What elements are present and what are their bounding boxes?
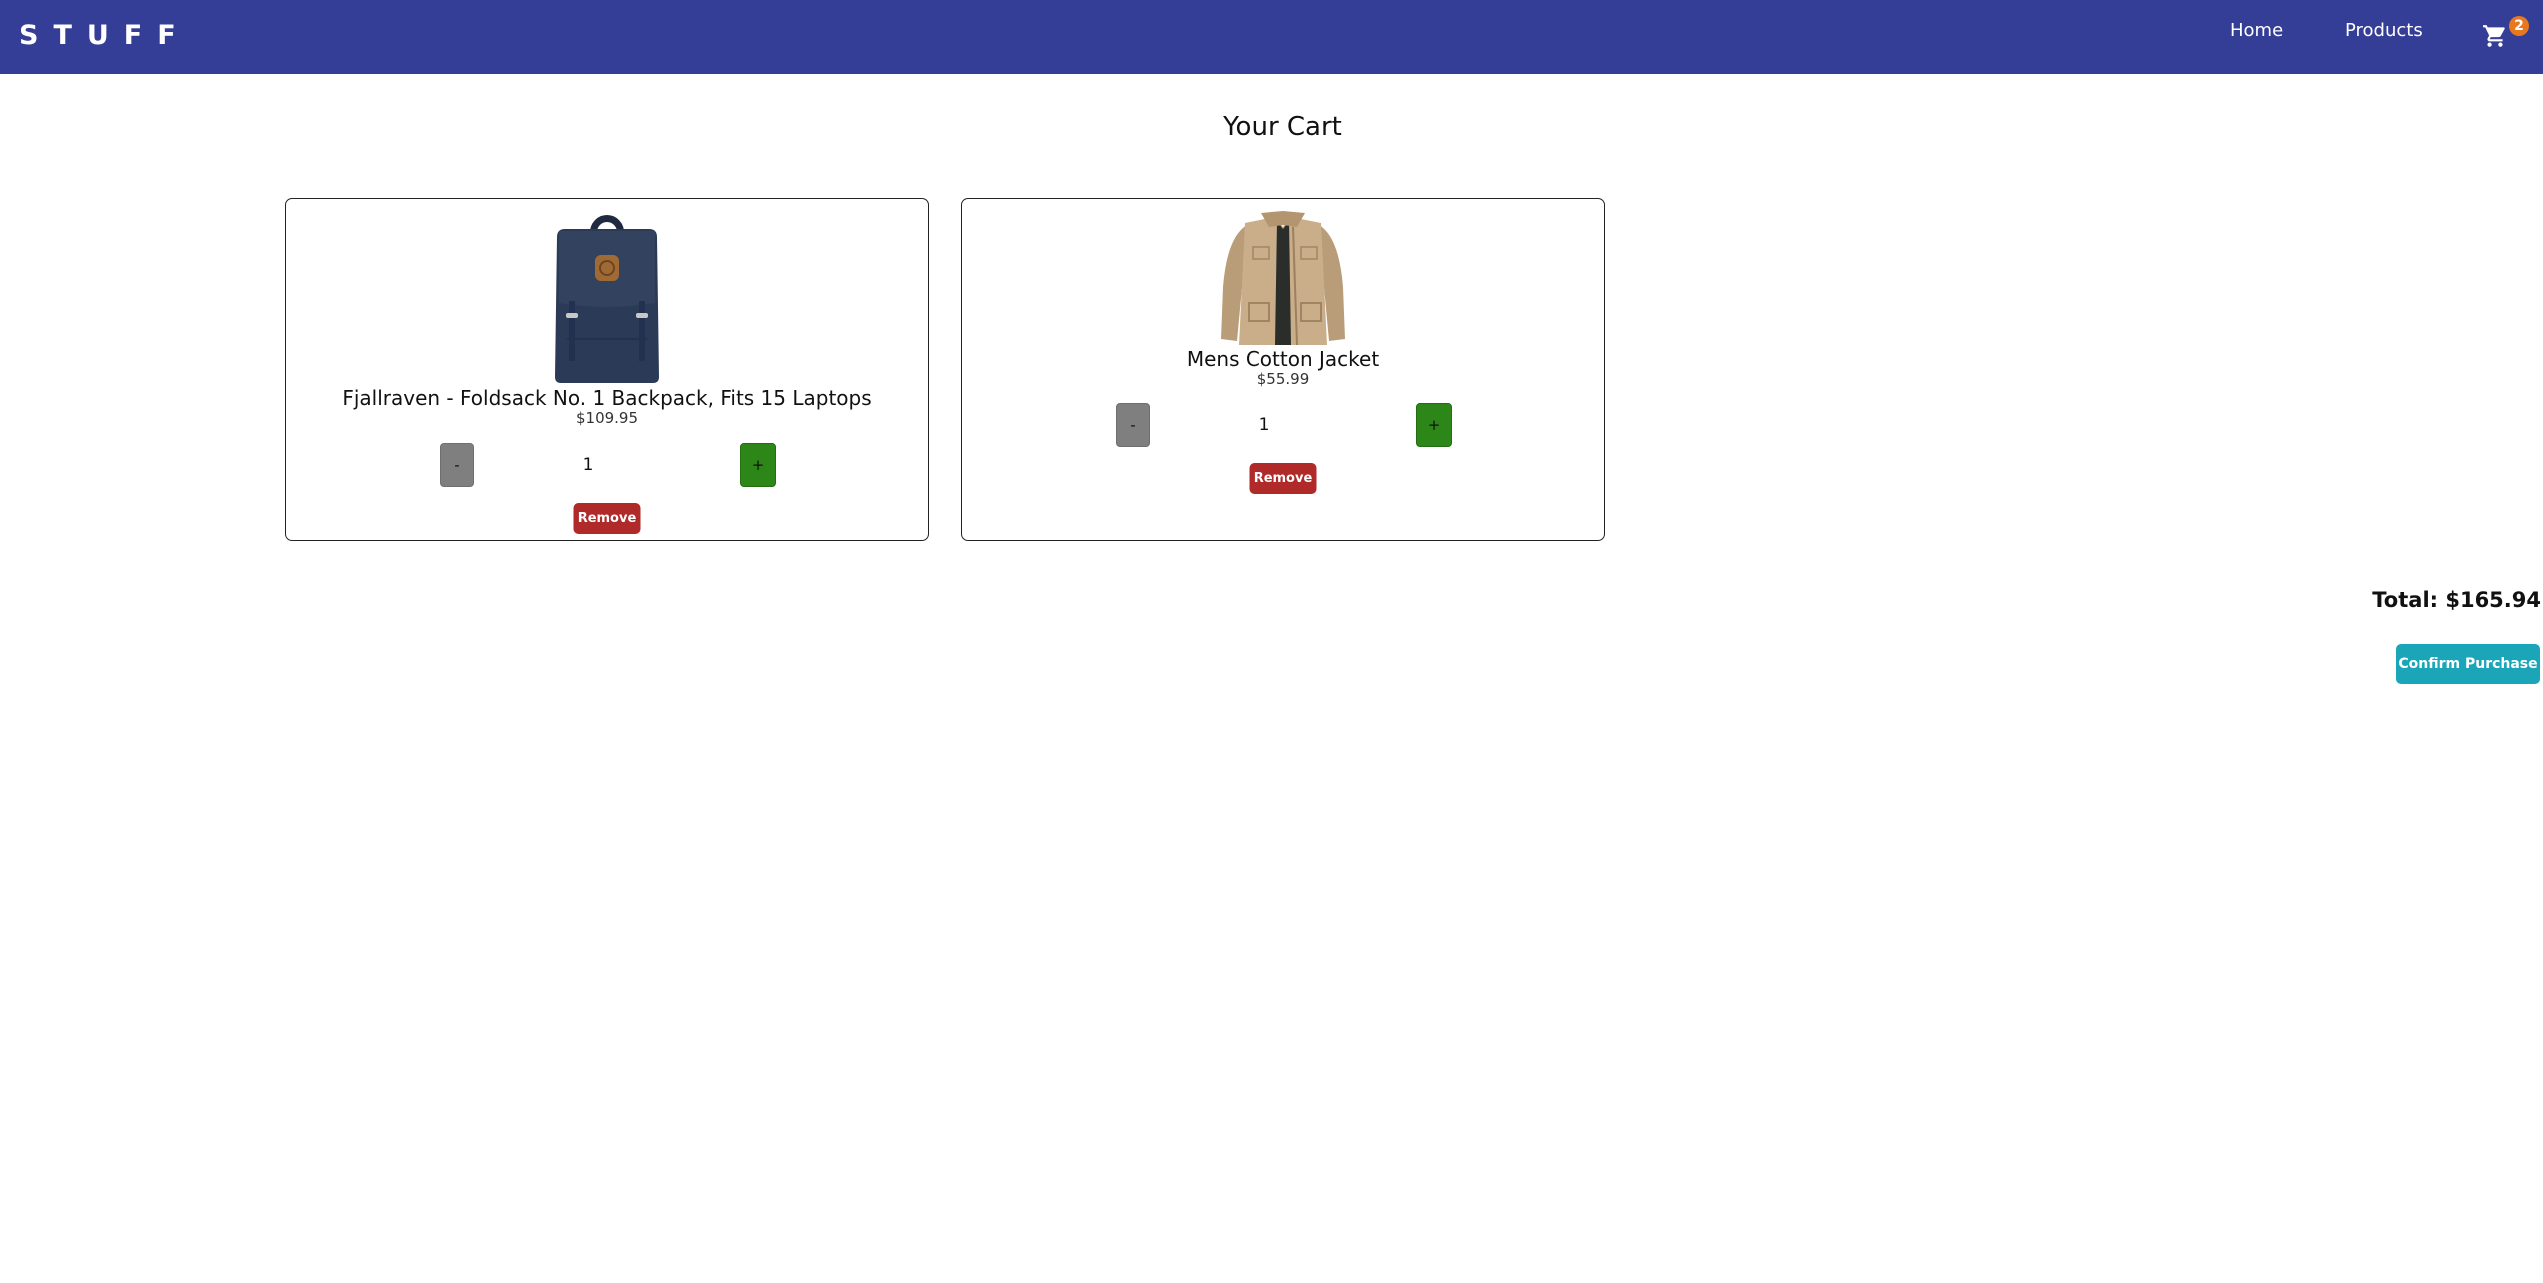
jacket-product-image [1221, 211, 1345, 346]
cart-total: Total: $165.94 [2372, 588, 2541, 612]
backpack-product-image [555, 215, 659, 383]
product-name: Mens Cotton Jacket [1186, 347, 1380, 371]
cart-item-card: Mens Cotton Jacket $55.99 - 1 + Remove [961, 198, 1605, 541]
product-name: Fjallraven - Foldsack No. 1 Backpack, Fi… [342, 386, 872, 410]
quantity-stepper: - 1 + [286, 443, 928, 487]
nav-products-link[interactable]: Products [2345, 17, 2423, 45]
quantity-stepper: - 1 + [962, 403, 1604, 447]
remove-item-button[interactable]: Remove [1249, 463, 1317, 494]
confirm-purchase-button[interactable]: Confirm Purchase [2396, 644, 2540, 684]
cart-button[interactable]: 2 [2482, 16, 2530, 58]
product-price: $109.95 [575, 409, 639, 427]
quantity-value: 1 [582, 455, 594, 475]
increase-quantity-button[interactable]: + [1416, 403, 1452, 447]
decrease-quantity-button[interactable]: - [1116, 403, 1150, 447]
remove-item-button[interactable]: Remove [573, 503, 641, 534]
top-navbar: STUFF Home Products 2 [0, 0, 2543, 74]
cart-count-badge: 2 [2509, 16, 2529, 36]
product-price: $55.99 [1256, 370, 1310, 388]
brand-logo[interactable]: STUFF [19, 18, 191, 54]
decrease-quantity-button[interactable]: - [440, 443, 474, 487]
shopping-cart-icon [2483, 25, 2505, 47]
quantity-value: 1 [1258, 415, 1270, 435]
increase-quantity-button[interactable]: + [740, 443, 776, 487]
page-title: Your Cart [1223, 112, 1342, 142]
nav-home-link[interactable]: Home [2230, 17, 2283, 45]
cart-item-card: Fjallraven - Foldsack No. 1 Backpack, Fi… [285, 198, 929, 541]
